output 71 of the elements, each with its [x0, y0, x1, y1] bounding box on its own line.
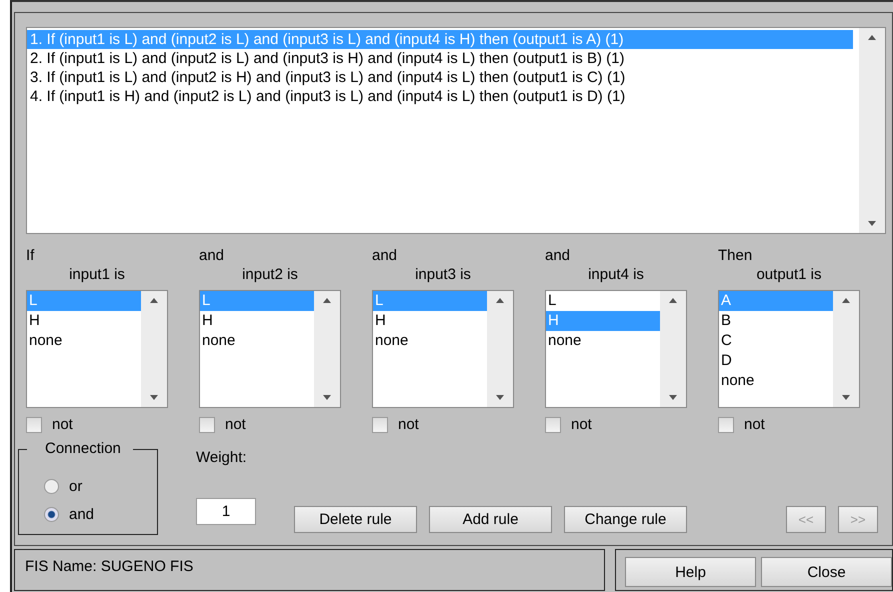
scroll-up-icon[interactable] [496, 298, 504, 303]
rule-list[interactable] [26, 27, 886, 234]
radio-button[interactable] [44, 478, 59, 494]
scroll-up-icon[interactable] [842, 298, 850, 303]
variable-label: input3 is [414, 265, 472, 285]
rule-item[interactable]: 2. If (input1 is L) and (input2 is L) and (input3 is H) and (input4 is L) then (output1 is B) (1) [27, 49, 853, 68]
scroll-down-icon[interactable] [496, 395, 504, 400]
scroll-down-icon[interactable] [842, 395, 850, 400]
footer-button[interactable]: Help [625, 557, 756, 587]
list-item[interactable]: L [546, 291, 660, 311]
scroll-up-icon[interactable] [669, 298, 677, 303]
weight-label: Weight: [196, 449, 248, 466]
scroll-down-icon[interactable] [669, 395, 677, 400]
list-item[interactable]: none [200, 331, 314, 351]
checkbox[interactable] [199, 416, 215, 432]
scroll-up-icon[interactable] [150, 298, 158, 303]
list-item[interactable]: H [200, 311, 314, 331]
column-keyword: and [372, 246, 398, 265]
checkbox[interactable] [26, 416, 42, 432]
list-item[interactable]: B [719, 311, 833, 331]
checkbox[interactable] [718, 416, 734, 432]
variable-label: input2 is [241, 265, 299, 285]
status-bar: FIS Name: SUGENO FIS [14, 549, 605, 591]
checkbox-label: not [398, 416, 419, 433]
list-item[interactable]: H [373, 311, 487, 331]
column-keyword: and [199, 246, 226, 265]
radio-label: or [69, 478, 82, 494]
list-item[interactable]: D [719, 351, 833, 371]
scroll-up-icon[interactable] [323, 298, 331, 303]
scrollbar[interactable] [833, 291, 859, 407]
column-keyword: If [26, 246, 36, 265]
scroll-down-icon[interactable] [150, 395, 158, 400]
list-item[interactable]: none [719, 371, 833, 391]
list-item[interactable]: none [27, 331, 141, 351]
option-list[interactable]: L H none [545, 290, 687, 408]
footer-button[interactable]: Close [761, 557, 892, 587]
scrollbar[interactable] [859, 28, 885, 233]
variable-label: input1 is [68, 265, 126, 285]
list-item[interactable]: none [546, 331, 660, 351]
column-keyword: and [545, 246, 572, 265]
option-list[interactable]: A B C D none [718, 290, 860, 408]
action-button[interactable]: Delete rule [294, 506, 417, 533]
option-list[interactable]: L H none [26, 290, 168, 408]
scroll-up-icon[interactable] [868, 35, 876, 40]
scrollbar[interactable] [487, 291, 513, 407]
action-button[interactable]: Change rule [564, 506, 687, 533]
scrollbar[interactable] [314, 291, 340, 407]
radio-button[interactable] [44, 506, 59, 522]
checkbox[interactable] [545, 416, 561, 432]
list-item[interactable]: H [27, 311, 141, 331]
checkbox[interactable] [372, 416, 388, 432]
rule-item[interactable]: 4. If (input1 is H) and (input2 is L) and (input3 is L) and (input4 is L) then (output1 is D) (1) [27, 87, 853, 106]
variable-label: output1 is [755, 265, 823, 285]
radio-label: and [69, 506, 94, 522]
column-keyword: Then [718, 246, 754, 265]
option-list[interactable]: L H none [372, 290, 514, 408]
checkbox-label: not [225, 416, 246, 433]
checkbox-label: not [571, 416, 592, 433]
scroll-down-icon[interactable] [868, 221, 876, 226]
list-item[interactable]: none [373, 331, 487, 351]
option-list[interactable]: L H none [199, 290, 341, 408]
action-button[interactable]: Add rule [429, 506, 552, 533]
rule-item[interactable]: 3. If (input1 is L) and (input2 is H) and (input3 is L) and (input4 is L) then (output1 is C) (1) [27, 68, 853, 87]
scrollbar[interactable] [141, 291, 167, 407]
checkbox-label: not [744, 416, 765, 433]
variable-label: input4 is [587, 265, 645, 285]
checkbox-label: not [52, 416, 73, 433]
scrollbar[interactable] [660, 291, 686, 407]
weight-field[interactable]: 1 [196, 498, 256, 525]
scroll-down-icon[interactable] [323, 395, 331, 400]
list-item[interactable]: C [719, 331, 833, 351]
